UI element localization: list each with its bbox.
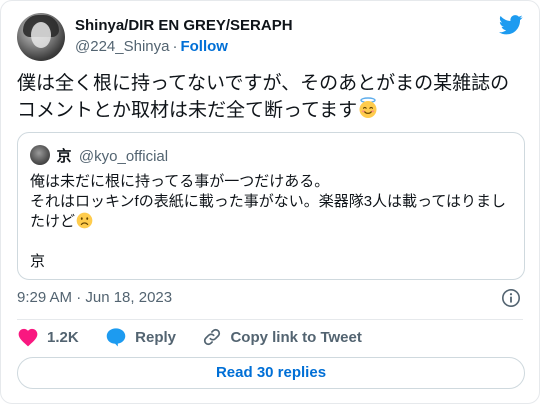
- reply-bubble-icon: [106, 328, 126, 347]
- link-icon: [204, 328, 221, 346]
- quoted-line: 俺は未だに根に持ってる事が一つだけある。: [30, 173, 330, 190]
- tweet-actions: 1.2K Reply Copy link to Tweet: [17, 327, 384, 349]
- heart-icon: [18, 328, 38, 347]
- like-count: 1.2K: [47, 329, 79, 346]
- reply-button[interactable]: Reply: [105, 327, 176, 349]
- author-handle-row: @224_Shinya · Follow: [75, 37, 293, 57]
- twitter-bird-icon[interactable]: [499, 15, 523, 35]
- read-replies-button[interactable]: Read 30 replies: [17, 357, 525, 389]
- quoted-tweet-header: 京 @kyo_official: [30, 145, 168, 165]
- actions-divider: [17, 319, 523, 320]
- author-avatar[interactable]: [17, 13, 65, 61]
- quoted-blank-line: [30, 232, 514, 252]
- like-button[interactable]: 1.2K: [17, 327, 79, 349]
- tweet-card: Shinya/DIR EN GREY/SERAPH @224_Shinya · Fo…: [0, 0, 540, 404]
- info-icon[interactable]: [501, 288, 521, 308]
- quoted-tweet[interactable]: 京 @kyo_official 俺は未だに根に持ってる事が一つだけある。 それは…: [17, 132, 525, 280]
- reply-label: Reply: [135, 329, 176, 346]
- handle-separator: ·: [172, 38, 178, 55]
- quoted-line-text: たけど: [30, 213, 76, 230]
- quoted-signature: 京: [30, 253, 46, 270]
- quoted-tweet-text: 俺は未だに根に持ってる事が一つだけある。 それはロッキンfの表紙に載った事がない…: [30, 172, 514, 272]
- quoted-line-with-emoji: たけど: [30, 212, 514, 232]
- quoted-author-avatar: [30, 145, 50, 165]
- slightly-frowning-face-icon: [76, 212, 93, 229]
- quoted-author-handle: @kyo_official: [78, 148, 169, 165]
- copy-link-label: Copy link to Tweet: [230, 329, 362, 346]
- tweet-header: Shinya/DIR EN GREY/SERAPH @224_Shinya · Fo…: [17, 13, 523, 61]
- author-display-name[interactable]: Shinya/DIR EN GREY/SERAPH: [75, 16, 293, 36]
- follow-link[interactable]: Follow: [180, 38, 228, 55]
- tweet-text: 僕は全く根に持ってないですが、そのあとがまの某雑誌のコメントとか取材は未だ全て断…: [17, 71, 525, 124]
- quoted-line: それはロッキンfの表紙に載った事がない。楽器隊3人は載ってはりまし: [30, 193, 507, 210]
- avatar-face: [31, 22, 51, 48]
- author-handle[interactable]: @224_Shinya: [75, 38, 169, 55]
- tweet-timestamp[interactable]: 9:29 AM · Jun 18, 2023: [17, 288, 172, 308]
- author-meta: Shinya/DIR EN GREY/SERAPH @224_Shinya · Fo…: [75, 16, 293, 57]
- smiling-face-with-halo-icon: [359, 97, 377, 118]
- tweet-body: 僕は全く根に持ってないですが、そのあとがまの某雑誌のコメントとか取材は未だ全て断…: [17, 73, 510, 121]
- copy-link-button[interactable]: Copy link to Tweet: [202, 327, 362, 349]
- quoted-author-name: 京: [56, 148, 72, 165]
